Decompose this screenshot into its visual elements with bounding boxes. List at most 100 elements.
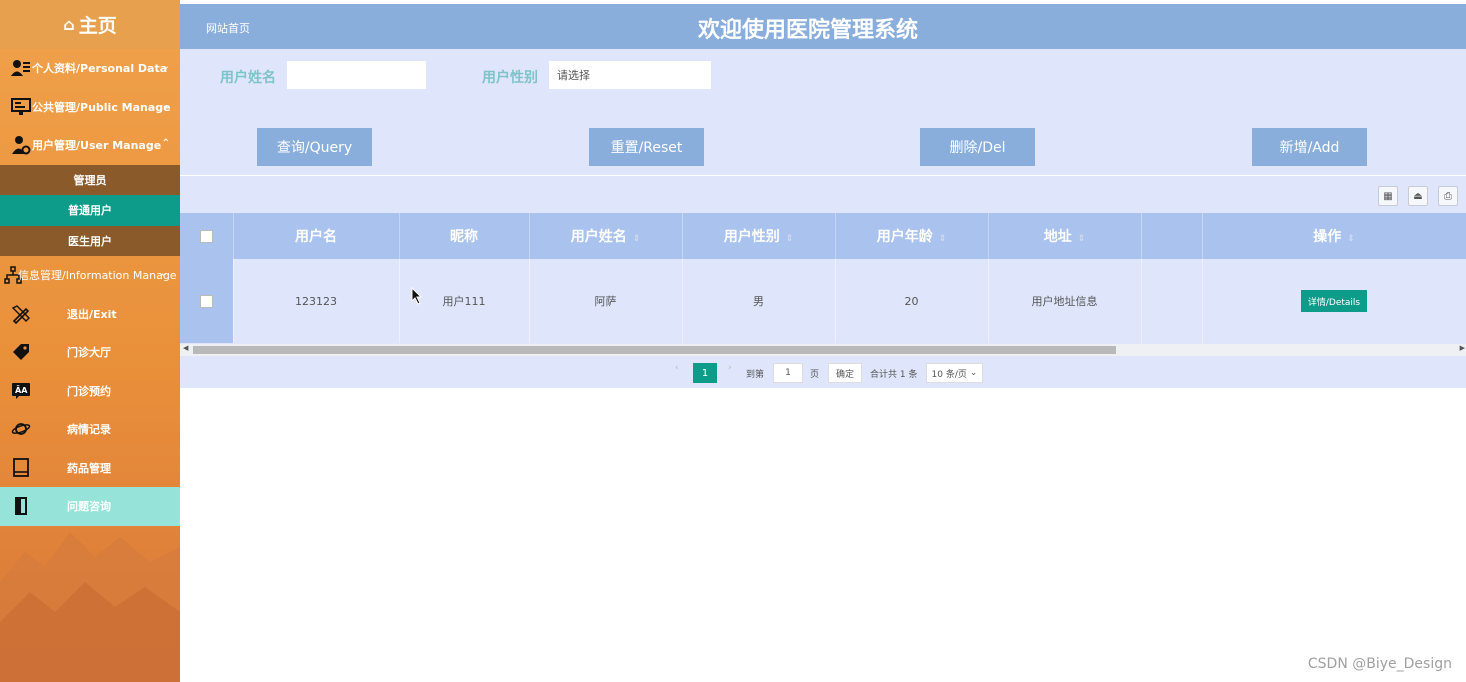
page-title: 欢迎使用医院管理系统	[697, 18, 918, 43]
sort-icon[interactable]: ⇕	[939, 234, 947, 244]
prev-page-icon[interactable]: ‹	[675, 363, 679, 373]
menu-information-manage[interactable]: 信息管理/Information Manage ⌄	[0, 256, 180, 295]
user-submenu: 管理员 普通用户 医生用户	[0, 164, 180, 257]
reset-button[interactable]: 重置/Reset	[589, 128, 704, 166]
menu-outpatient-appointment[interactable]: ĀA 门诊预约	[0, 372, 180, 411]
column-header-nickname: 昵称	[399, 213, 530, 259]
submenu-label: 医生用户	[68, 234, 112, 248]
tag-icon	[10, 341, 32, 363]
cell-gender: 男	[682, 259, 836, 343]
column-header-age[interactable]: 用户年龄 ⇕	[835, 213, 989, 259]
user-table: 用户名 昵称 用户姓名 ⇕ 用户性别 ⇕ 用户年龄 ⇕ 地址 ⇕ 操作 ⇕ 123123 …	[180, 213, 1466, 343]
search-panel: 用户姓名 用户性别 请选择 查询/Query 重置/Reset 删除/Del 新…	[180, 49, 1466, 175]
chevron-down-icon: ⌄	[159, 268, 168, 279]
table-header-row: 用户名 昵称 用户姓名 ⇕ 用户性别 ⇕ 用户年龄 ⇕ 地址 ⇕ 操作 ⇕	[180, 213, 1466, 259]
home-icon: ⌂	[63, 15, 75, 34]
submenu-label: 管理员	[73, 173, 107, 187]
monitor-icon	[10, 96, 32, 118]
menu-question-consult[interactable]: 问题咨询	[0, 487, 180, 526]
select-all-checkbox[interactable]	[199, 229, 213, 243]
chevron-down-icon: ⌄	[969, 368, 978, 378]
menu-exit[interactable]: 退出/Exit	[0, 295, 180, 334]
cell-address: 用户地址信息	[988, 259, 1142, 343]
scroll-right-icon[interactable]: ▶	[1460, 344, 1465, 352]
print-icon[interactable]: ⎙	[1438, 186, 1458, 206]
column-header-gender[interactable]: 用户性别 ⇕	[682, 213, 836, 259]
horizontal-scrollbar[interactable]: ◀ ▶	[180, 344, 1466, 356]
table-toolbar: ▦ ⏏ ⎙	[1378, 186, 1458, 206]
scrollbar-thumb[interactable]	[193, 346, 1116, 354]
cell-age: 20	[835, 259, 989, 343]
submenu-item-admin[interactable]: 管理员	[0, 165, 180, 196]
row-select-cell	[180, 259, 234, 343]
delete-button[interactable]: 删除/Del	[920, 128, 1035, 166]
details-button[interactable]: 详情/Details	[1301, 290, 1367, 312]
translate-icon: ĀA	[10, 380, 32, 402]
column-label: 地址	[1043, 229, 1072, 245]
mouse-cursor-icon	[411, 287, 423, 305]
chevron-down-icon: ⌄	[161, 99, 170, 111]
total-count: 合计共 1 条	[870, 370, 918, 380]
add-button[interactable]: 新增/Add	[1252, 128, 1367, 166]
menu-label: 退出/Exit	[67, 307, 117, 321]
page-number-current[interactable]: 1	[693, 363, 717, 383]
column-header-address[interactable]: 地址 ⇕	[988, 213, 1142, 259]
goto-confirm-button[interactable]: 确定	[828, 363, 862, 383]
export-icon[interactable]: ⏏	[1408, 186, 1428, 206]
page-unit-label: 页	[810, 370, 820, 380]
menu-label: 病情记录	[67, 423, 111, 437]
query-button[interactable]: 查询/Query	[257, 128, 372, 166]
user-card-icon	[10, 57, 32, 79]
column-header-username: 用户名	[233, 213, 400, 259]
cell-actions: 详情/Details	[1202, 259, 1466, 343]
column-label: 用户姓名	[570, 229, 627, 245]
cell-username: 123123	[233, 259, 400, 343]
submenu-label: 普通用户	[68, 204, 112, 218]
column-header-actions[interactable]: 操作 ⇕	[1202, 213, 1466, 259]
username-input[interactable]	[287, 61, 426, 89]
menu-label: 门诊预约	[67, 384, 111, 398]
column-label: 用户性别	[723, 229, 780, 245]
columns-filter-icon[interactable]: ▦	[1378, 186, 1398, 206]
goto-label: 到第	[746, 370, 765, 380]
menu-outpatient-hall[interactable]: 门诊大厅	[0, 333, 180, 372]
select-all-header	[180, 213, 234, 259]
menu-label: 药品管理	[67, 461, 111, 475]
page-size-select[interactable]: 10 条/页 ⌄	[926, 363, 983, 383]
username-label: 用户姓名	[220, 70, 276, 86]
sidebar-home[interactable]: ⌂ 主页	[0, 0, 180, 49]
next-page-icon[interactable]: ›	[728, 363, 732, 373]
submenu-item-doctor-user[interactable]: 医生用户	[0, 226, 180, 257]
door-icon	[10, 495, 32, 517]
sort-icon[interactable]: ⇕	[633, 234, 641, 244]
menu-label: 门诊大厅	[67, 346, 111, 360]
cell-extra	[1141, 259, 1203, 343]
sort-icon[interactable]: ⇕	[786, 234, 794, 244]
menu-label: 用户管理/User Manage	[32, 139, 162, 153]
page-size-value: 10 条/页	[931, 369, 967, 380]
header-bar: 网站首页 欢迎使用医院管理系统	[180, 4, 1466, 49]
sort-icon[interactable]: ⇕	[1078, 234, 1086, 244]
gender-label: 用户性别	[482, 70, 538, 86]
menu-user-manage[interactable]: 用户管理/User Manage ⌃	[0, 126, 180, 165]
gender-select[interactable]: 请选择	[549, 61, 711, 89]
sidebar: ⌂ 主页 个人资料/Personal Data ⌄ 公共管理/Public Ma…	[0, 0, 180, 682]
column-label: 用户名	[295, 229, 337, 245]
submenu-item-normal-user[interactable]: 普通用户	[0, 195, 180, 226]
scroll-left-icon[interactable]: ◀	[183, 344, 188, 352]
sort-icon[interactable]: ⇕	[1347, 234, 1355, 244]
menu-personal-data[interactable]: 个人资料/Personal Data ⌄	[0, 49, 180, 88]
gender-select-placeholder: 请选择	[557, 69, 590, 82]
planet-icon	[10, 418, 32, 440]
chevron-up-icon: ⌃	[161, 138, 170, 149]
menu-condition-record[interactable]: 病情记录	[0, 410, 180, 449]
menu-drug-manage[interactable]: 药品管理	[0, 449, 180, 488]
column-header-name[interactable]: 用户姓名 ⇕	[529, 213, 683, 259]
cell-name: 阿萨	[529, 259, 683, 343]
column-header-extra	[1141, 213, 1203, 259]
goto-page-input[interactable]: 1	[773, 363, 803, 383]
menu-public-manage[interactable]: 公共管理/Public Manage ⌄	[0, 88, 180, 127]
row-checkbox[interactable]	[199, 294, 213, 308]
table-panel: ▦ ⏏ ⎙ 用户名 昵称 用户姓名 ⇕ 用户性别 ⇕ 用户年龄 ⇕ 地址 ⇕ 操作	[180, 176, 1466, 388]
column-label: 操作	[1313, 229, 1342, 245]
